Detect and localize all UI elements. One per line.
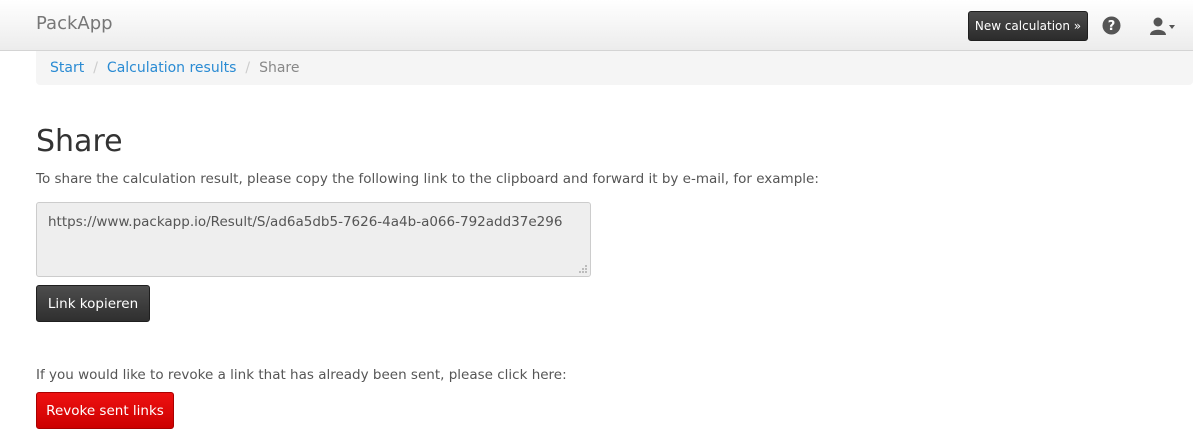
breadcrumb-calculation-results[interactable]: Calculation results xyxy=(107,60,236,76)
user-dropdown-icon[interactable] xyxy=(1149,16,1177,36)
breadcrumb: Start / Calculation results / Share xyxy=(36,51,1193,85)
breadcrumb-separator: / xyxy=(93,60,98,76)
share-instructions: To share the calculation result, please … xyxy=(36,171,819,187)
new-calculation-button[interactable]: New calculation » xyxy=(968,11,1088,41)
revoke-instructions: If you would like to revoke a link that … xyxy=(36,367,567,383)
breadcrumb-current: Share xyxy=(259,60,300,76)
breadcrumb-start[interactable]: Start xyxy=(50,60,84,76)
top-navbar: PackApp New calculation » ? xyxy=(0,0,1193,51)
breadcrumb-separator: / xyxy=(245,60,251,76)
resize-grip-icon[interactable] xyxy=(578,264,588,274)
revoke-links-button[interactable]: Revoke sent links xyxy=(36,392,174,429)
question-circle-icon[interactable]: ? xyxy=(1102,16,1121,35)
copy-link-button[interactable]: Link kopieren xyxy=(36,285,150,322)
page-title: Share xyxy=(36,124,123,159)
share-link-textarea[interactable] xyxy=(36,202,591,277)
brand-logo[interactable]: PackApp xyxy=(36,13,113,34)
svg-text:?: ? xyxy=(1108,19,1116,34)
